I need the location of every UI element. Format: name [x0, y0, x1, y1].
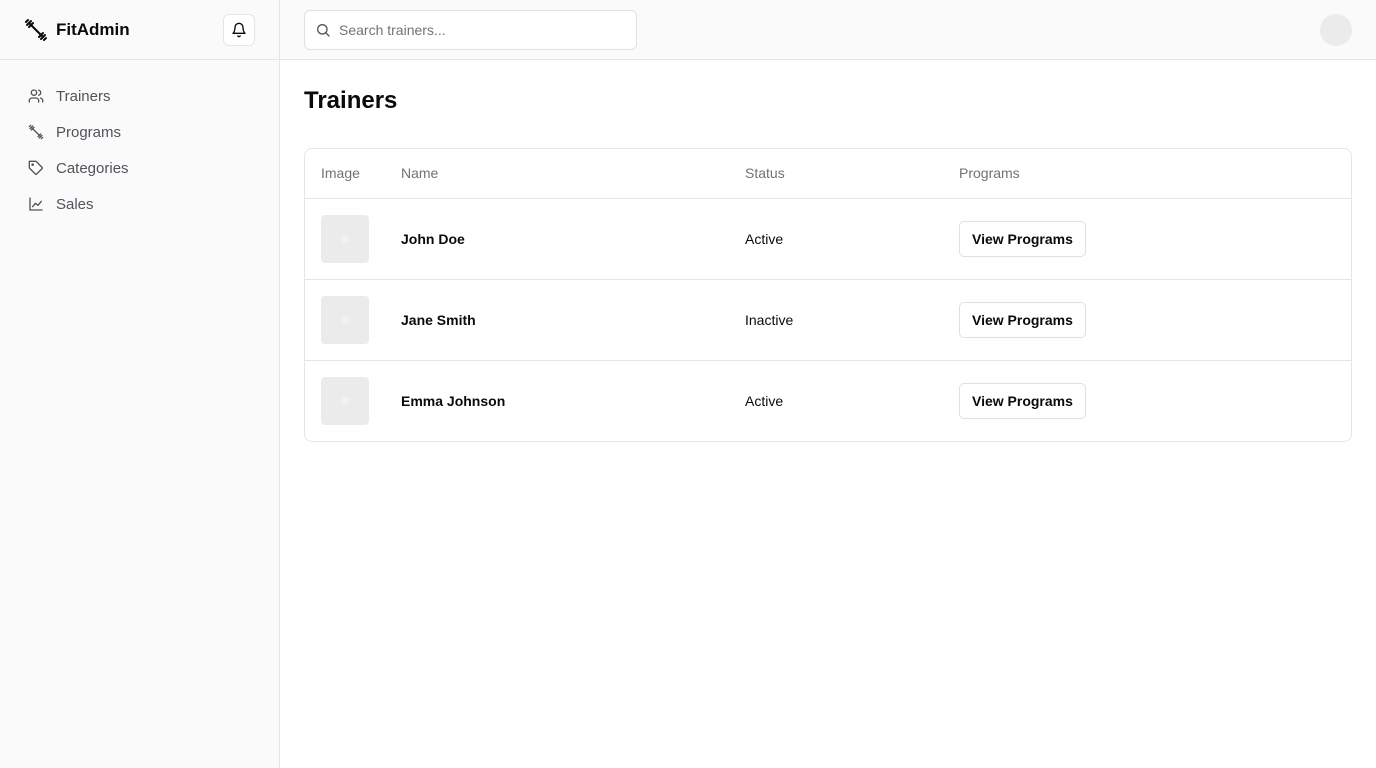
page-title: Trainers — [304, 87, 398, 114]
trainer-name: Emma Johnson — [401, 392, 506, 409]
trainer-name: Jane Smith — [401, 279, 745, 361]
main-content: Trainers Image Name Status Programs John… — [304, 60, 1352, 442]
search-input[interactable] — [339, 22, 619, 38]
column-header-name: Name — [401, 149, 745, 199]
view-programs-button[interactable]: View Programs — [959, 382, 1086, 419]
tag-icon — [28, 160, 44, 176]
avatar[interactable] — [1320, 14, 1352, 46]
sidebar-item-categories[interactable]: Categories — [0, 150, 279, 186]
users-icon — [28, 88, 44, 104]
column-header-status: Status — [745, 149, 959, 199]
trainer-image — [321, 214, 369, 263]
sidebar: FitAdmin Trainers Programs Categories Sa… — [0, 0, 280, 768]
app-name[interactable]: FitAdmin — [56, 20, 130, 40]
table-row: Emma Johnson Active View Programs — [305, 360, 1351, 441]
notifications-button[interactable] — [223, 14, 255, 46]
trainer-image — [321, 376, 369, 425]
trainers-table: Image Name Status Programs John Doe Acti… — [305, 149, 1351, 441]
view-programs-button[interactable]: View Programs — [959, 220, 1086, 257]
line-chart-icon — [28, 196, 44, 212]
trainers-table-card: Image Name Status Programs John Doe Acti… — [304, 148, 1352, 442]
column-header-programs: Programs — [959, 149, 1351, 199]
column-header-image: Image — [305, 149, 401, 199]
trainer-image — [321, 295, 369, 344]
sidebar-item-sales[interactable]: Sales — [0, 186, 279, 222]
sidebar-nav: Trainers Programs Categories Sales — [0, 60, 279, 222]
sidebar-item-label: Trainers — [56, 87, 111, 105]
table-row: John Doe Active View Programs — [305, 198, 1351, 280]
trainer-name: John Doe — [401, 198, 745, 280]
table-header-row: Image Name Status Programs — [305, 149, 1351, 199]
search-icon — [315, 22, 331, 38]
sidebar-item-trainers[interactable]: Trainers — [0, 78, 279, 114]
trainer-status: Active — [745, 198, 959, 280]
dumbbell-icon — [28, 124, 44, 140]
trainer-status: Inactive — [745, 279, 959, 361]
table-row: Jane Smith Inactive View Programs — [305, 279, 1351, 361]
sidebar-header: FitAdmin — [0, 0, 279, 60]
trainer-status: Active — [745, 392, 784, 409]
sidebar-item-programs[interactable]: Programs — [0, 114, 279, 150]
view-programs-button[interactable]: View Programs — [959, 301, 1086, 338]
top-bar — [280, 0, 1376, 60]
dumbbell-icon — [24, 18, 48, 42]
search-box[interactable] — [304, 10, 637, 50]
sidebar-item-label: Categories — [56, 159, 129, 177]
sidebar-item-label: Programs — [56, 123, 122, 141]
sidebar-item-label: Sales — [56, 195, 94, 213]
bell-icon — [231, 22, 247, 38]
